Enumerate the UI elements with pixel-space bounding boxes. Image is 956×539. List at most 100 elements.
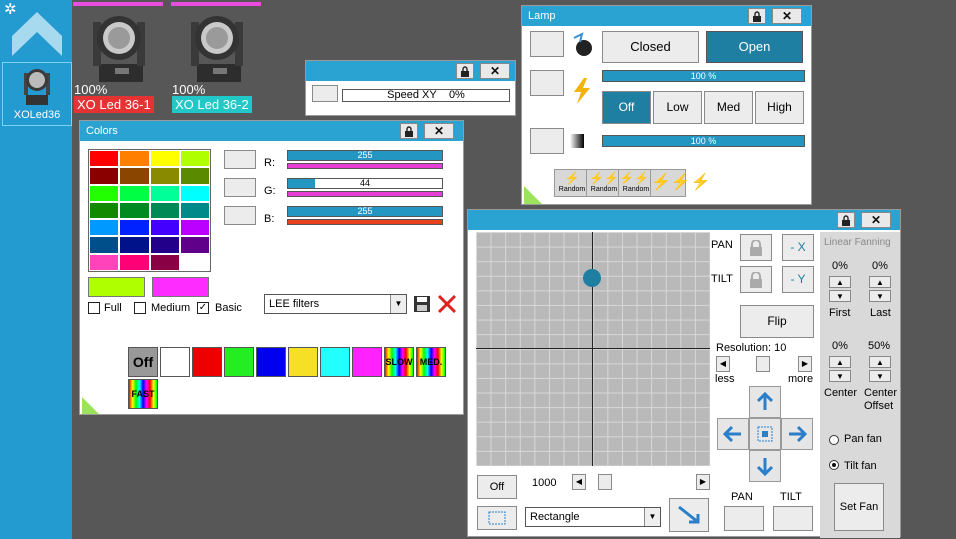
palette-swatch[interactable] [149, 184, 180, 202]
lock-icon[interactable] [837, 212, 855, 228]
rainbow-slow-button[interactable]: SLOW [384, 347, 414, 377]
medium-checkbox[interactable] [134, 302, 146, 314]
palette-swatch[interactable] [149, 167, 180, 185]
first-down-button[interactable]: ▼ [829, 290, 851, 302]
resize-grip[interactable] [524, 186, 542, 204]
tilt-fan-radio[interactable] [829, 460, 839, 470]
palette-swatch[interactable] [119, 167, 150, 185]
palette-swatch[interactable] [179, 236, 210, 254]
close-icon[interactable]: ✕ [424, 123, 454, 139]
color-off-button[interactable]: Off [128, 347, 158, 377]
lock-icon[interactable] [456, 63, 474, 79]
random-strobe-icon[interactable]: ⚡ Random [554, 169, 590, 197]
resize-grip[interactable] [82, 397, 99, 414]
palette-swatch[interactable] [89, 236, 120, 254]
palette-swatch[interactable] [119, 219, 150, 237]
palette-swatch[interactable] [179, 219, 210, 237]
offset-down-button[interactable]: ▼ [869, 370, 891, 382]
lamp-off-button[interactable]: Off [602, 91, 651, 124]
resolution-thumb[interactable] [756, 356, 770, 372]
tilt-lock-button[interactable] [740, 266, 772, 293]
strobe-icon[interactable]: ⚡⚡⚡ [650, 169, 711, 197]
pan-button[interactable] [724, 506, 764, 531]
color-blue-button[interactable] [256, 347, 286, 377]
palette-swatch[interactable] [89, 201, 120, 220]
flip-button[interactable]: Flip [740, 305, 814, 338]
set-fan-button[interactable]: Set Fan [834, 483, 884, 531]
position-handle[interactable] [583, 269, 601, 287]
speed-thumb[interactable] [598, 474, 612, 490]
chevron-right-icon[interactable]: ▶ [798, 356, 812, 372]
fixture-card[interactable]: 100% XO Led 36-2 [171, 0, 263, 114]
minus-y-button[interactable]: - Y [782, 266, 814, 293]
palette-swatch[interactable] [179, 253, 210, 271]
speed-swatch-button[interactable] [312, 85, 338, 102]
previous-color[interactable] [152, 277, 209, 297]
close-icon[interactable]: ✕ [772, 8, 802, 24]
chevron-up-icon[interactable] [10, 10, 64, 58]
palette-swatch[interactable] [179, 201, 210, 220]
lamp-open-button[interactable]: Open [706, 31, 803, 63]
center-up-button[interactable]: ▲ [829, 356, 851, 368]
full-checkbox[interactable] [88, 302, 100, 314]
first-up-button[interactable]: ▲ [829, 276, 851, 288]
strobe-swatch-button[interactable] [530, 128, 564, 154]
lock-icon[interactable] [748, 8, 766, 24]
color-yellow-button[interactable] [288, 347, 318, 377]
blue-slider[interactable]: 255 [287, 206, 443, 217]
green-slider[interactable]: 44 [287, 178, 443, 189]
random-strobe-icon[interactable]: ⚡⚡ Random [586, 169, 622, 197]
chevron-down-icon[interactable]: ▼ [390, 295, 406, 313]
shape-select-button[interactable] [477, 506, 517, 530]
minus-x-button[interactable]: - X [782, 234, 814, 261]
last-down-button[interactable]: ▼ [869, 290, 891, 302]
tilt-button[interactable] [773, 506, 813, 531]
random-strobe-icon[interactable]: ⚡⚡⚡ Random [618, 169, 664, 197]
direction-button[interactable] [669, 498, 709, 532]
chevron-left-icon[interactable]: ◀ [572, 474, 586, 490]
chevron-down-icon[interactable]: ▼ [644, 508, 660, 526]
shape-select[interactable]: Rectangle ▼ [525, 507, 661, 527]
palette-swatch[interactable] [89, 150, 120, 168]
palette-swatch[interactable] [119, 236, 150, 254]
color-green-button[interactable] [224, 347, 254, 377]
palette-swatch[interactable] [149, 219, 180, 237]
color-cyan-button[interactable] [320, 347, 350, 377]
close-icon[interactable]: ✕ [480, 63, 510, 79]
save-icon[interactable] [413, 295, 431, 313]
palette-swatch[interactable] [149, 201, 180, 220]
palette-swatch[interactable] [179, 150, 210, 168]
intensity-bar[interactable]: 100 % [602, 70, 805, 82]
intensity-swatch-button[interactable] [530, 70, 564, 96]
speed-slider[interactable]: Speed XY 0% [342, 89, 510, 102]
palette-swatch[interactable] [119, 150, 150, 168]
sidebar-fixture[interactable]: XOLed36 [2, 62, 72, 126]
close-icon[interactable]: ✕ [861, 212, 891, 228]
green-swatch-button[interactable] [224, 178, 256, 197]
lamp-swatch-button[interactable] [530, 31, 564, 57]
current-color[interactable] [88, 277, 145, 297]
lamp-high-button[interactable]: High [755, 91, 804, 124]
color-magenta-button[interactable] [352, 347, 382, 377]
center-down-button[interactable]: ▼ [829, 370, 851, 382]
palette-swatch[interactable] [89, 219, 120, 237]
red-swatch-button[interactable] [224, 150, 256, 169]
palette-swatch[interactable] [149, 253, 180, 271]
shape-off-button[interactable]: Off [477, 475, 517, 499]
palette-swatch[interactable] [149, 150, 180, 168]
center-button[interactable] [749, 418, 781, 450]
rainbow-med-button[interactable]: MED. [416, 347, 446, 377]
palette-swatch[interactable] [119, 184, 150, 202]
palette-swatch[interactable] [89, 253, 120, 271]
pantilt-grid[interactable] [476, 232, 710, 466]
palette-swatch[interactable] [179, 167, 210, 185]
palette-swatch[interactable] [119, 201, 150, 220]
palette-swatch[interactable] [89, 167, 120, 185]
lamp-med-button[interactable]: Med [704, 91, 753, 124]
last-up-button[interactable]: ▲ [869, 276, 891, 288]
pan-fan-radio[interactable] [829, 435, 839, 445]
palette-swatch[interactable] [89, 184, 120, 202]
basic-checkbox[interactable]: ✓ [197, 302, 209, 314]
move-up-button[interactable] [749, 386, 781, 418]
rainbow-fast-button[interactable]: FAST [128, 379, 158, 409]
